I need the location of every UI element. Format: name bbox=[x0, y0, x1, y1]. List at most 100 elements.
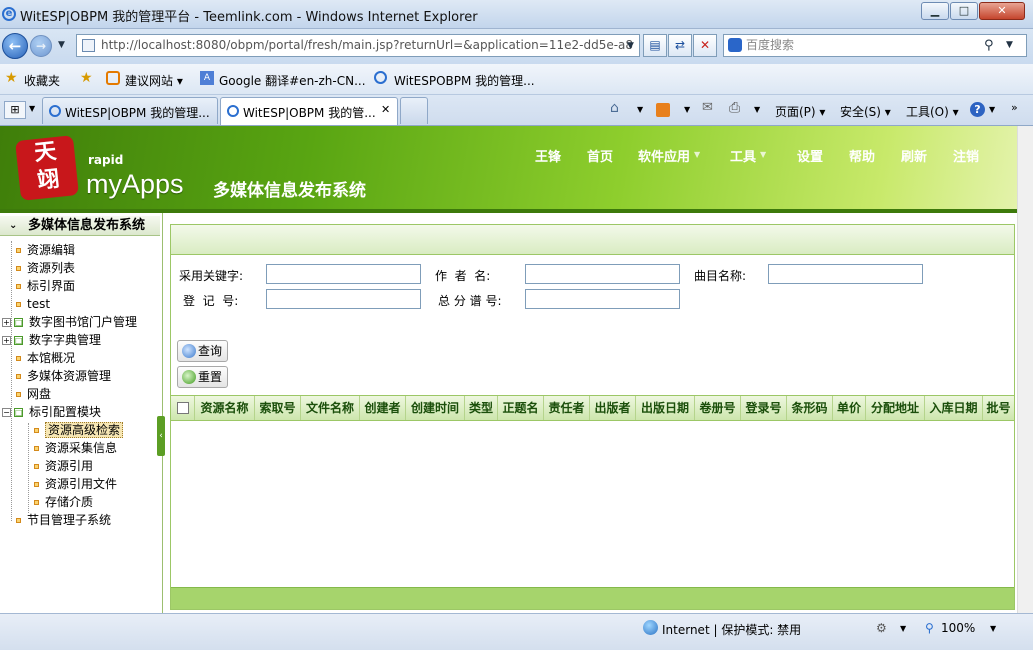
tree-item-library-overview[interactable]: 本馆概况 bbox=[16, 349, 75, 367]
col-header[interactable]: 资源名称 bbox=[195, 396, 255, 420]
col-header[interactable]: 创建者 bbox=[360, 396, 406, 420]
col-header[interactable]: 正题名 bbox=[498, 396, 544, 420]
tree-item-collection-info[interactable]: 资源采集信息 bbox=[34, 439, 117, 457]
tree-item-resource-ref-file[interactable]: 资源引用文件 bbox=[34, 475, 117, 493]
col-header[interactable]: 类型 bbox=[465, 396, 498, 420]
tree-item-multimedia[interactable]: 多媒体资源管理 bbox=[16, 367, 111, 385]
tree-item-test[interactable]: test bbox=[16, 295, 50, 313]
add-favorite-icon[interactable]: ★ bbox=[80, 70, 93, 86]
feeds-icon[interactable] bbox=[656, 103, 670, 117]
address-bar[interactable]: http://localhost:8080/obpm/portal/fresh/… bbox=[76, 34, 640, 57]
addons-dropdown-icon[interactable]: ▼ bbox=[900, 624, 906, 633]
tree-item-program-mgmt[interactable]: 节目管理子系统 bbox=[16, 511, 111, 529]
tab-witesp-2[interactable]: WitESP|OBPM 我的管... ✕ bbox=[220, 97, 398, 125]
totalno-input[interactable] bbox=[525, 289, 680, 309]
feeds-dropdown-icon[interactable]: ▼ bbox=[684, 105, 690, 114]
tree-item-resource-ref[interactable]: 资源引用 bbox=[34, 457, 93, 475]
manage-addons-icon[interactable]: ⚙ bbox=[876, 621, 887, 635]
tools-menu[interactable]: 工具(O) ▾ bbox=[906, 103, 959, 120]
reset-button[interactable]: 重置 bbox=[177, 366, 229, 388]
new-tab-button[interactable] bbox=[400, 97, 428, 124]
toolbar-overflow-icon[interactable]: » bbox=[1011, 101, 1018, 114]
title-input[interactable] bbox=[768, 264, 923, 284]
forward-icon[interactable]: → bbox=[30, 35, 52, 57]
nav-tools[interactable]: 工具 bbox=[730, 146, 756, 165]
tab-list-dropdown-icon[interactable]: ▼ bbox=[29, 104, 35, 113]
page-icon bbox=[82, 39, 95, 52]
col-header[interactable]: 责任者 bbox=[544, 396, 590, 420]
sidebar-collapse-handle[interactable]: ‹ bbox=[157, 416, 165, 456]
print-icon[interactable]: ⎙ bbox=[729, 100, 740, 116]
col-header[interactable]: 批号 bbox=[983, 396, 1014, 420]
expand-icon[interactable]: + bbox=[2, 336, 11, 345]
tree-item-dictionary[interactable]: + □ 数字字典管理 bbox=[2, 331, 101, 349]
address-dropdown-icon[interactable]: ▼ bbox=[627, 41, 634, 51]
tree-item-advanced-search[interactable]: 资源高级检索 bbox=[34, 421, 124, 439]
tree-item-resource-list[interactable]: 资源列表 bbox=[16, 259, 75, 277]
col-header[interactable]: 出版者 bbox=[590, 396, 636, 420]
sidebar-header[interactable]: ⌄ 多媒体信息发布系统 bbox=[0, 216, 160, 236]
zoom-dropdown-icon[interactable]: ▼ bbox=[990, 624, 996, 633]
col-header[interactable]: 创建时间 bbox=[406, 396, 465, 420]
safety-menu[interactable]: 安全(S) ▾ bbox=[840, 103, 891, 120]
col-header[interactable]: 入库日期 bbox=[925, 396, 983, 420]
maximize-button[interactable]: □ bbox=[950, 2, 978, 20]
collapse-icon[interactable]: − bbox=[2, 408, 11, 417]
tree-item-index-config[interactable]: − □ 标引配置模块 bbox=[2, 403, 101, 421]
page-scrollbar[interactable] bbox=[1017, 126, 1033, 613]
tab-witesp-1[interactable]: WitESP|OBPM 我的管理... bbox=[42, 97, 218, 124]
tree-item-netdisk[interactable]: 网盘 bbox=[16, 385, 51, 403]
tree-item-storage-media[interactable]: 存储介质 bbox=[34, 493, 93, 511]
col-header[interactable]: 文件名称 bbox=[301, 396, 360, 420]
home-dropdown-icon[interactable]: ▼ bbox=[637, 105, 643, 114]
regno-input[interactable] bbox=[266, 289, 421, 309]
minimize-button[interactable]: ▁ bbox=[921, 2, 949, 20]
nav-settings[interactable]: 设置 bbox=[797, 146, 823, 165]
nav-home[interactable]: 首页 bbox=[587, 146, 613, 165]
stop-icon[interactable]: ✕ bbox=[693, 34, 717, 57]
favorites-button[interactable]: 收藏夹 bbox=[24, 72, 60, 89]
col-header[interactable]: 条形码 bbox=[787, 396, 833, 420]
tree-item-resource-edit[interactable]: 资源编辑 bbox=[16, 241, 75, 259]
col-header[interactable]: 索取号 bbox=[255, 396, 301, 420]
select-all-checkbox[interactable] bbox=[176, 402, 189, 414]
zoom-level[interactable]: 100% bbox=[941, 621, 975, 635]
col-header[interactable]: 分配地址 bbox=[866, 396, 925, 420]
refresh-icon[interactable]: ⇄ bbox=[668, 34, 692, 57]
quick-tabs-icon[interactable]: ⊞ bbox=[4, 101, 26, 119]
fav-item-witesp[interactable]: WitESPOBPM 我的管理... bbox=[394, 72, 535, 89]
author-input[interactable] bbox=[525, 264, 680, 284]
col-header[interactable]: 登录号 bbox=[741, 396, 787, 420]
tree-item-index-ui[interactable]: 标引界面 bbox=[16, 277, 75, 295]
compat-view-icon[interactable]: ▤ bbox=[643, 34, 667, 57]
tree-item-digital-library[interactable]: + □ 数字图书馆门户管理 bbox=[2, 313, 137, 331]
page-menu[interactable]: 页面(P) ▾ bbox=[775, 103, 825, 120]
search-icon[interactable]: ⚲ bbox=[984, 35, 994, 56]
search-dropdown-icon[interactable]: ▼ bbox=[1006, 35, 1013, 56]
nav-user[interactable]: 王锋 bbox=[535, 146, 561, 165]
search-input[interactable]: 百度搜索 ⚲ ▼ bbox=[723, 34, 1027, 57]
home-icon[interactable]: ⌂ bbox=[610, 100, 619, 116]
keyword-input[interactable] bbox=[266, 264, 421, 284]
print-dropdown-icon[interactable]: ▼ bbox=[754, 105, 760, 114]
fav-item-suggested[interactable]: 建议网站 ▾ bbox=[125, 72, 183, 89]
close-window-button[interactable]: ✕ bbox=[979, 2, 1025, 20]
mail-icon[interactable]: ✉ bbox=[702, 100, 713, 115]
col-header[interactable]: 卷册号 bbox=[695, 396, 741, 420]
help-dropdown-icon[interactable]: ▼ bbox=[989, 105, 995, 114]
close-tab-icon[interactable]: ✕ bbox=[381, 103, 390, 116]
tree-item-label: 网盘 bbox=[27, 387, 52, 401]
col-header[interactable]: 单价 bbox=[833, 396, 866, 420]
history-dropdown-icon[interactable]: ▼ bbox=[58, 40, 65, 50]
nav-logout[interactable]: 注销 bbox=[953, 146, 979, 165]
back-icon[interactable]: ← bbox=[2, 33, 28, 59]
nav-help[interactable]: 帮助 bbox=[849, 146, 875, 165]
fav-item-google-translate[interactable]: Google 翻译#en-zh-CN... bbox=[219, 72, 366, 89]
nav-refresh[interactable]: 刷新 bbox=[901, 146, 927, 165]
query-button[interactable]: 查询 bbox=[177, 340, 229, 362]
expand-icon[interactable]: + bbox=[2, 318, 11, 327]
security-zone[interactable]: Internet | 保护模式: 禁用 bbox=[662, 621, 801, 638]
help-icon[interactable]: ? bbox=[970, 102, 985, 117]
nav-software-apps[interactable]: 软件应用 bbox=[638, 146, 690, 165]
col-header[interactable]: 出版日期 bbox=[636, 396, 695, 420]
